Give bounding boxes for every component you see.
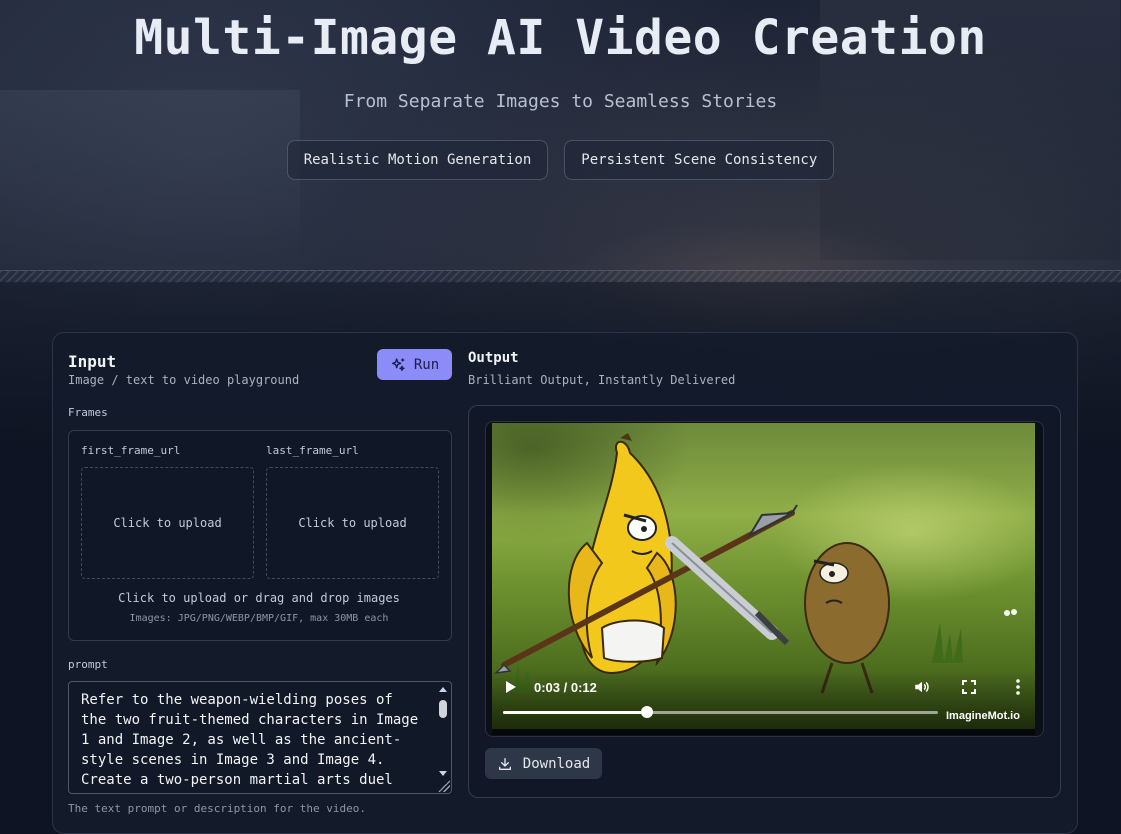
run-button-label: Run — [413, 356, 440, 373]
last-frame-upload-text: Click to upload — [298, 516, 407, 530]
input-subtitle: Image / text to video playground — [68, 373, 300, 387]
more-vertical-icon[interactable] — [1015, 679, 1021, 695]
prompt-label: prompt — [68, 658, 108, 671]
download-button-label: Download — [522, 755, 591, 772]
last-frame-label: last_frame_url — [266, 444, 359, 457]
page-subtitle: From Separate Images to Seamless Stories — [343, 91, 778, 112]
play-icon[interactable] — [506, 681, 516, 693]
sparkles-icon — [391, 357, 405, 371]
hero-background-building — [0, 90, 300, 270]
prompt-text: Refer to the weapon-wielding poses of th… — [81, 692, 427, 788]
feature-badge-motion: Realistic Motion Generation — [286, 140, 549, 180]
upload-hint: Click to upload or drag and drop images — [118, 591, 400, 605]
video-time: 0:03 / 0:12 — [534, 680, 597, 695]
feature-badge-consistency: Persistent Scene Consistency — [564, 140, 835, 180]
input-title: Input — [68, 352, 117, 371]
output-subtitle: Brilliant Output, Instantly Delivered — [468, 373, 736, 387]
video-watermark: ImagineMot.io — [946, 710, 1020, 722]
scroll-up-arrow-icon[interactable] — [439, 687, 447, 692]
scroll-down-arrow-icon[interactable] — [439, 771, 447, 776]
resize-grip-icon[interactable] — [438, 780, 450, 792]
page-title: Multi-Image AI Video Creation — [134, 10, 987, 66]
first-frame-upload-text: Click to upload — [113, 516, 222, 530]
prompt-textarea[interactable]: Refer to the weapon-wielding poses of th… — [68, 681, 452, 794]
first-frame-label: first_frame_url — [81, 444, 181, 457]
download-icon — [498, 757, 511, 770]
run-button[interactable]: Run — [377, 349, 452, 380]
upload-formats: Images: JPG/PNG/WEBP/BMP/GIF, max 30MB e… — [129, 613, 389, 624]
last-frame-dropzone[interactable]: Click to upload — [266, 467, 439, 579]
scroll-thumb[interactable] — [439, 700, 447, 718]
video-progress-fill — [503, 711, 647, 714]
fullscreen-icon[interactable] — [962, 680, 976, 694]
volume-icon[interactable] — [913, 678, 931, 696]
frames-label: Frames — [68, 406, 108, 419]
video-progress-handle[interactable] — [641, 706, 653, 718]
download-button[interactable]: Download — [485, 748, 602, 779]
prompt-help-text: The text prompt or description for the v… — [68, 802, 367, 815]
prompt-scrollbar[interactable] — [437, 684, 449, 790]
first-frame-dropzone[interactable]: Click to upload — [81, 467, 254, 579]
feature-badges: Realistic Motion Generation Persistent S… — [0, 140, 1121, 180]
video-controls-bar — [492, 669, 1035, 735]
output-title: Output — [468, 350, 519, 366]
